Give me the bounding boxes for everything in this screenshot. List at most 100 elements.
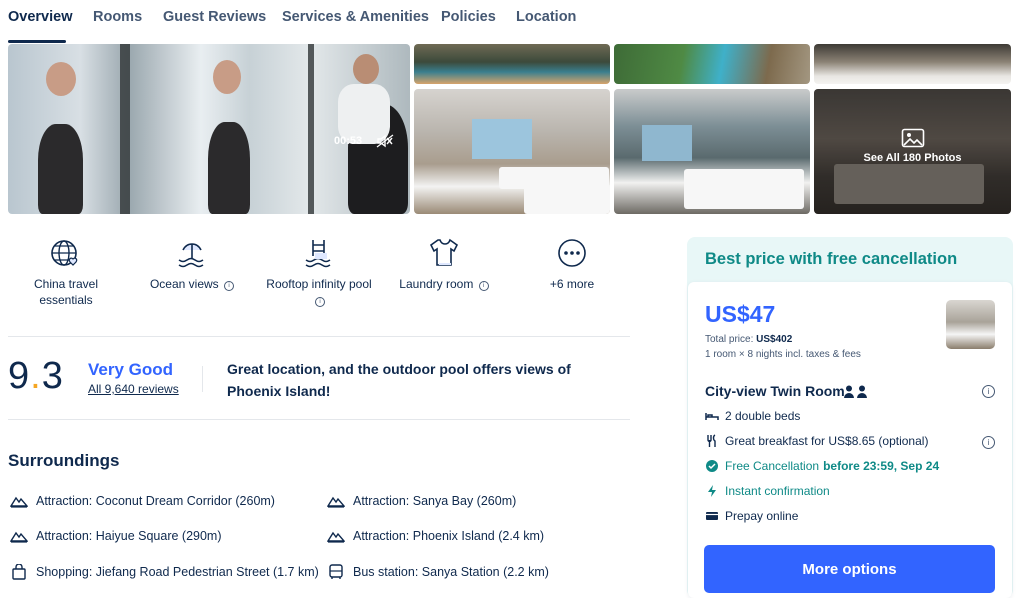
total-price-value: US$402	[756, 334, 793, 345]
rating-score-dot: .	[30, 355, 42, 397]
tab-guest-reviews[interactable]: Guest Reviews	[163, 9, 266, 25]
video-duration: 00:53	[334, 135, 363, 147]
mountain-icon	[10, 496, 28, 508]
see-all-photos-label: See All 180 Photos	[863, 152, 962, 164]
hotel-photo-suite[interactable]	[614, 89, 810, 214]
video-person-head	[353, 54, 379, 84]
tab-policies[interactable]: Policies	[441, 9, 496, 25]
tab-overview[interactable]: Overview	[8, 9, 73, 25]
surrounding-text: Attraction: Phoenix Island (2.4 km)	[353, 529, 545, 543]
info-icon[interactable]: i	[224, 281, 235, 291]
info-icon[interactable]: i	[315, 297, 325, 307]
tab-services-amenities[interactable]: Services & Amenities	[282, 9, 429, 25]
bed-icon	[705, 413, 719, 420]
more-dots-icon	[558, 239, 586, 267]
surrounding-item: Attraction: Haiyue Square (290m)	[10, 529, 222, 543]
cutlery-icon	[707, 434, 716, 447]
feature-text: 2 double beds	[725, 409, 801, 423]
amenity-china-travel[interactable]: China travel essentials	[6, 236, 126, 308]
hotel-video[interactable]	[8, 44, 410, 214]
feature-text: Great breakfast for US$8.65 (optional)	[725, 434, 929, 448]
feature-instant-confirmation: Instant confirmation	[705, 484, 830, 498]
amenity-laundry[interactable]: Laundry room i	[384, 236, 504, 292]
image-gallery-icon	[901, 128, 924, 148]
feature-breakfast: Great breakfast for US$8.65 (optional)	[705, 434, 928, 448]
amenity-label: China travel essentials	[33, 277, 99, 307]
mountain-icon	[327, 496, 345, 508]
room-thumbnail[interactable]	[946, 300, 995, 349]
section-tabs: Overview Rooms Guest Reviews Services & …	[0, 0, 1024, 43]
surrounding-text: Attraction: Haiyue Square (290m)	[36, 529, 222, 543]
video-person-head	[213, 60, 241, 94]
surrounding-item: Attraction: Phoenix Island (2.4 km)	[327, 529, 544, 543]
hotel-photo-twin-room[interactable]	[414, 89, 610, 214]
surrounding-text: Bus station: Sanya Station (2.2 km)	[353, 565, 549, 579]
globe-heart-icon	[51, 240, 78, 266]
mountain-icon	[327, 531, 345, 543]
mute-icon[interactable]	[376, 134, 394, 148]
beach-umbrella-icon	[178, 243, 204, 268]
amenity-ocean-views[interactable]: Ocean views i	[132, 236, 252, 292]
rating-label: Very Good	[88, 360, 174, 379]
video-frame-pole	[308, 44, 314, 214]
divider	[8, 419, 630, 420]
amenity-label: Rooftop infinity pool	[266, 277, 372, 291]
amenity-rooftop-pool[interactable]: Rooftop infinity pool i	[259, 236, 379, 308]
video-person	[208, 122, 250, 214]
surrounding-item: Attraction: Coconut Dream Corridor (260m…	[10, 494, 275, 508]
feature-free-cancellation: Free Cancellation before 23:59, Sep 24	[705, 459, 939, 473]
room-info-icon[interactable]: i	[982, 385, 995, 398]
cancel-label: Free Cancellation	[725, 459, 820, 473]
active-tab-indicator	[8, 40, 66, 43]
surrounding-text: Shopping: Jiefang Road Pedestrian Street…	[36, 565, 319, 579]
divider	[202, 366, 203, 392]
surrounding-text: Attraction: Sanya Bay (260m)	[353, 494, 517, 508]
hotel-photo-pool-night[interactable]	[414, 44, 610, 84]
credit-card-icon	[706, 512, 718, 520]
info-icon[interactable]: i	[478, 281, 489, 291]
surrounding-item: Attraction: Sanya Bay (260m)	[327, 494, 516, 508]
surroundings-title: Surroundings	[8, 451, 120, 470]
amenity-label: +6 more	[549, 277, 595, 291]
booking-card-header: Best price with free cancellation	[705, 250, 958, 268]
room-window	[472, 119, 532, 159]
review-highlight: Great location, and the outdoor pool off…	[227, 361, 571, 399]
video-frame-pole	[120, 44, 130, 214]
room-name[interactable]: City-view Twin Room	[705, 383, 845, 399]
room-window	[642, 125, 692, 161]
tab-rooms[interactable]: Rooms	[93, 9, 142, 25]
feature-text: Instant confirmation	[725, 484, 830, 498]
rating-score-dec: 3	[41, 355, 64, 397]
feature-prepay: Prepay online	[705, 509, 798, 523]
more-options-button[interactable]: More options	[704, 545, 995, 593]
cancel-deadline: before 23:59, Sep 24	[823, 459, 940, 473]
rating-score-int: 9	[8, 355, 31, 397]
total-price-label: Total price:	[705, 334, 754, 345]
total-price: Total price: US$402	[705, 334, 792, 345]
video-person-head	[46, 62, 76, 96]
video-person	[38, 124, 83, 214]
feature-text: Prepay online	[725, 509, 799, 523]
mountain-icon	[10, 531, 28, 543]
breakfast-info-icon[interactable]: i	[982, 436, 995, 449]
feature-beds: 2 double beds	[705, 409, 800, 423]
room-bed	[524, 184, 610, 214]
nightly-price: US$47	[705, 301, 776, 327]
surrounding-item: Bus station: Sanya Station (2.2 km)	[327, 564, 549, 580]
divider	[8, 336, 630, 337]
tab-location[interactable]: Location	[516, 9, 576, 25]
shopping-bag-icon	[12, 564, 26, 580]
see-all-photos-button[interactable]: See All 180 Photos	[814, 128, 1011, 164]
rating-score: 9.3	[8, 355, 64, 398]
check-circle-icon	[706, 460, 718, 472]
all-reviews-link[interactable]: All 9,640 reviews	[88, 382, 179, 396]
hotel-photo-room-bed[interactable]	[814, 44, 1011, 84]
amenity-more[interactable]: +6 more	[512, 236, 632, 292]
bus-icon	[329, 564, 343, 579]
surrounding-text: Attraction: Coconut Dream Corridor (260m…	[36, 494, 275, 508]
pool-ladder-icon	[305, 240, 331, 268]
hotel-photo-aerial-pool[interactable]	[614, 44, 810, 84]
tshirt-icon	[429, 238, 459, 266]
amenity-label: Ocean views	[149, 277, 219, 291]
stay-details: 1 room × 8 nights incl. taxes & fees	[705, 349, 861, 360]
